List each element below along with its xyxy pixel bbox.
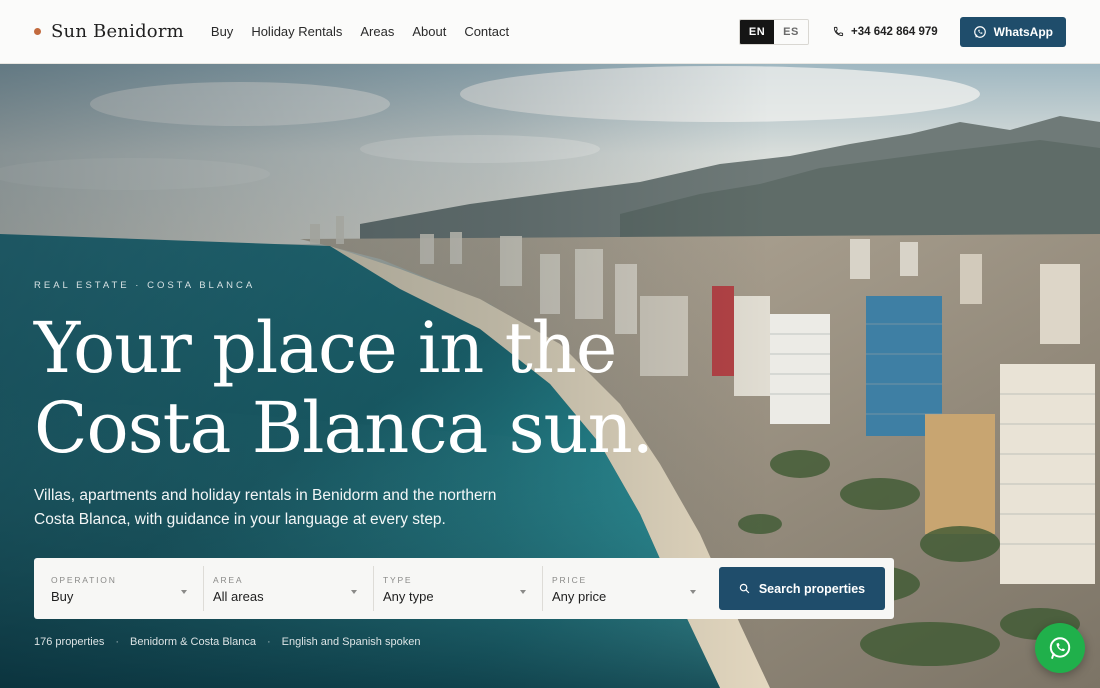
phone-number: +34 642 864 979 (851, 25, 938, 38)
price-select[interactable]: PRICE Any price (542, 566, 712, 611)
search-properties-button[interactable]: Search properties (719, 567, 885, 610)
phone-link[interactable]: +34 642 864 979 (833, 26, 938, 38)
chevron-down-icon (181, 590, 187, 594)
site-header: Sun Benidorm Buy Holiday Rentals Areas A… (0, 0, 1100, 64)
search-button-label: Search properties (758, 581, 866, 596)
hero-stats: 176 properties · Benidorm & Costa Blanca… (34, 636, 420, 648)
language-switcher: EN ES (739, 18, 810, 45)
brand-logo[interactable]: Sun Benidorm (34, 21, 184, 42)
nav-item-about[interactable]: About (412, 24, 446, 39)
stat-languages: English and Spanish spoken (281, 636, 421, 648)
stat-separator: · (115, 636, 119, 648)
nav-item-buy[interactable]: Buy (211, 24, 233, 39)
price-value: Any price (552, 589, 607, 604)
hero-headline-line-2: Costa Blanca sun. (34, 387, 654, 469)
property-search-bar: OPERATION Buy AREA All areas TYPE Any ty… (34, 558, 894, 619)
price-label: PRICE (552, 575, 587, 585)
whatsapp-icon (1049, 637, 1071, 659)
hero-eyebrow: REAL ESTATE · COSTA BLANCA (34, 280, 256, 291)
hero-subtitle: Villas, apartments and holiday rentals i… (34, 487, 497, 528)
type-select[interactable]: TYPE Any type (373, 566, 542, 611)
type-value: Any type (383, 589, 434, 604)
type-label: TYPE (383, 575, 413, 585)
chevron-down-icon (351, 590, 357, 594)
chevron-down-icon (690, 590, 696, 594)
nav-item-holiday-rentals[interactable]: Holiday Rentals (251, 24, 342, 39)
brand-dot (34, 28, 41, 35)
header-actions: EN ES +34 642 864 979 WhatsApp (739, 16, 1066, 47)
language-option-es[interactable]: ES (774, 19, 809, 44)
hero-headline-line-1: Your place in the (34, 307, 617, 389)
brand-name: Sun Benidorm (51, 21, 184, 42)
area-value: All areas (213, 589, 264, 604)
whatsapp-floating-button[interactable] (1035, 623, 1085, 673)
stat-property-count: 176 properties (34, 636, 105, 648)
operation-select[interactable]: OPERATION Buy (51, 566, 203, 611)
hero-headline: Your place in the Costa Blanca sun. (34, 308, 654, 468)
language-option-en[interactable]: EN (740, 19, 775, 44)
nav-item-areas[interactable]: Areas (360, 24, 394, 39)
stat-separator: · (266, 636, 271, 648)
hero-section: REAL ESTATE · COSTA BLANCA Your place in… (0, 64, 1100, 688)
whatsapp-button-label: WhatsApp (993, 24, 1053, 39)
whatsapp-icon (973, 25, 986, 38)
operation-label: OPERATION (51, 575, 117, 585)
chevron-down-icon (520, 590, 526, 594)
phone-icon (833, 26, 844, 37)
area-select[interactable]: AREA All areas (203, 566, 373, 611)
main-nav: Buy Holiday Rentals Areas About Contact (211, 24, 509, 39)
nav-item-contact[interactable]: Contact (464, 24, 509, 39)
area-label: AREA (213, 575, 244, 585)
stat-region: Benidorm & Costa Blanca (130, 636, 256, 648)
search-icon (739, 583, 750, 594)
whatsapp-button[interactable]: WhatsApp (959, 16, 1066, 47)
